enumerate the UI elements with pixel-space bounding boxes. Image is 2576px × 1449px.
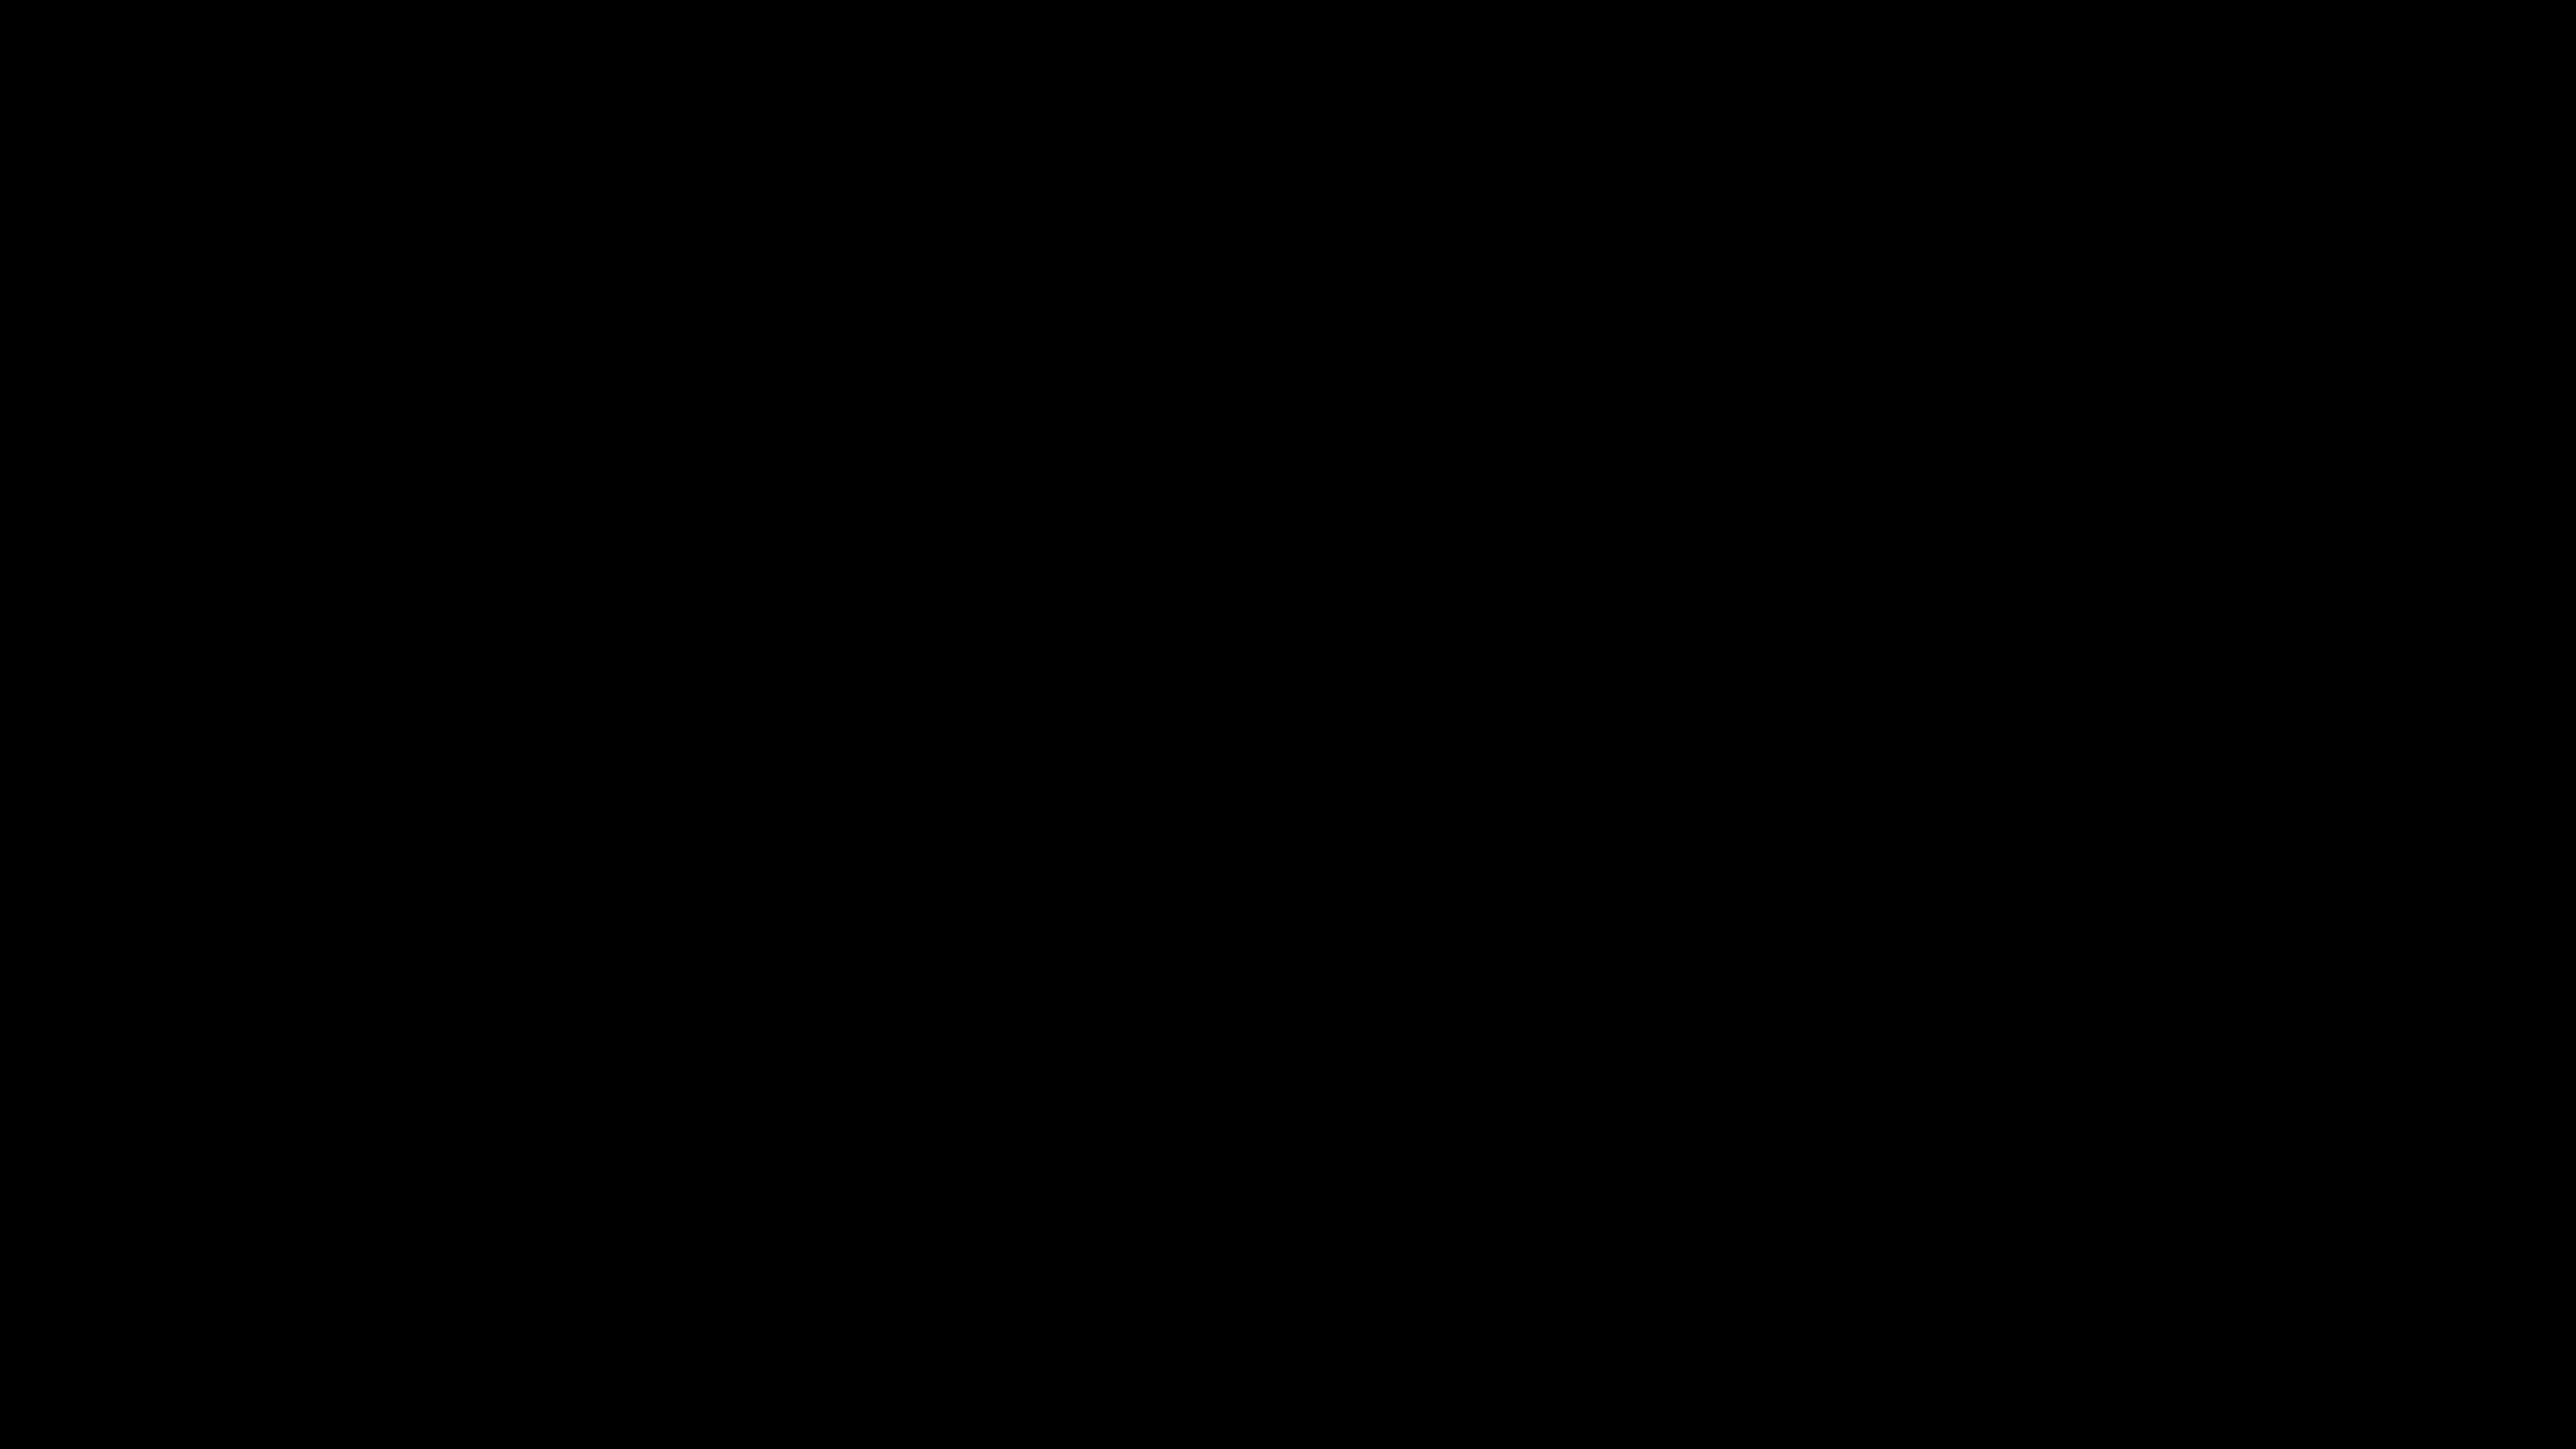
screenshot-montage-grid	[0, 0, 2576, 1449]
